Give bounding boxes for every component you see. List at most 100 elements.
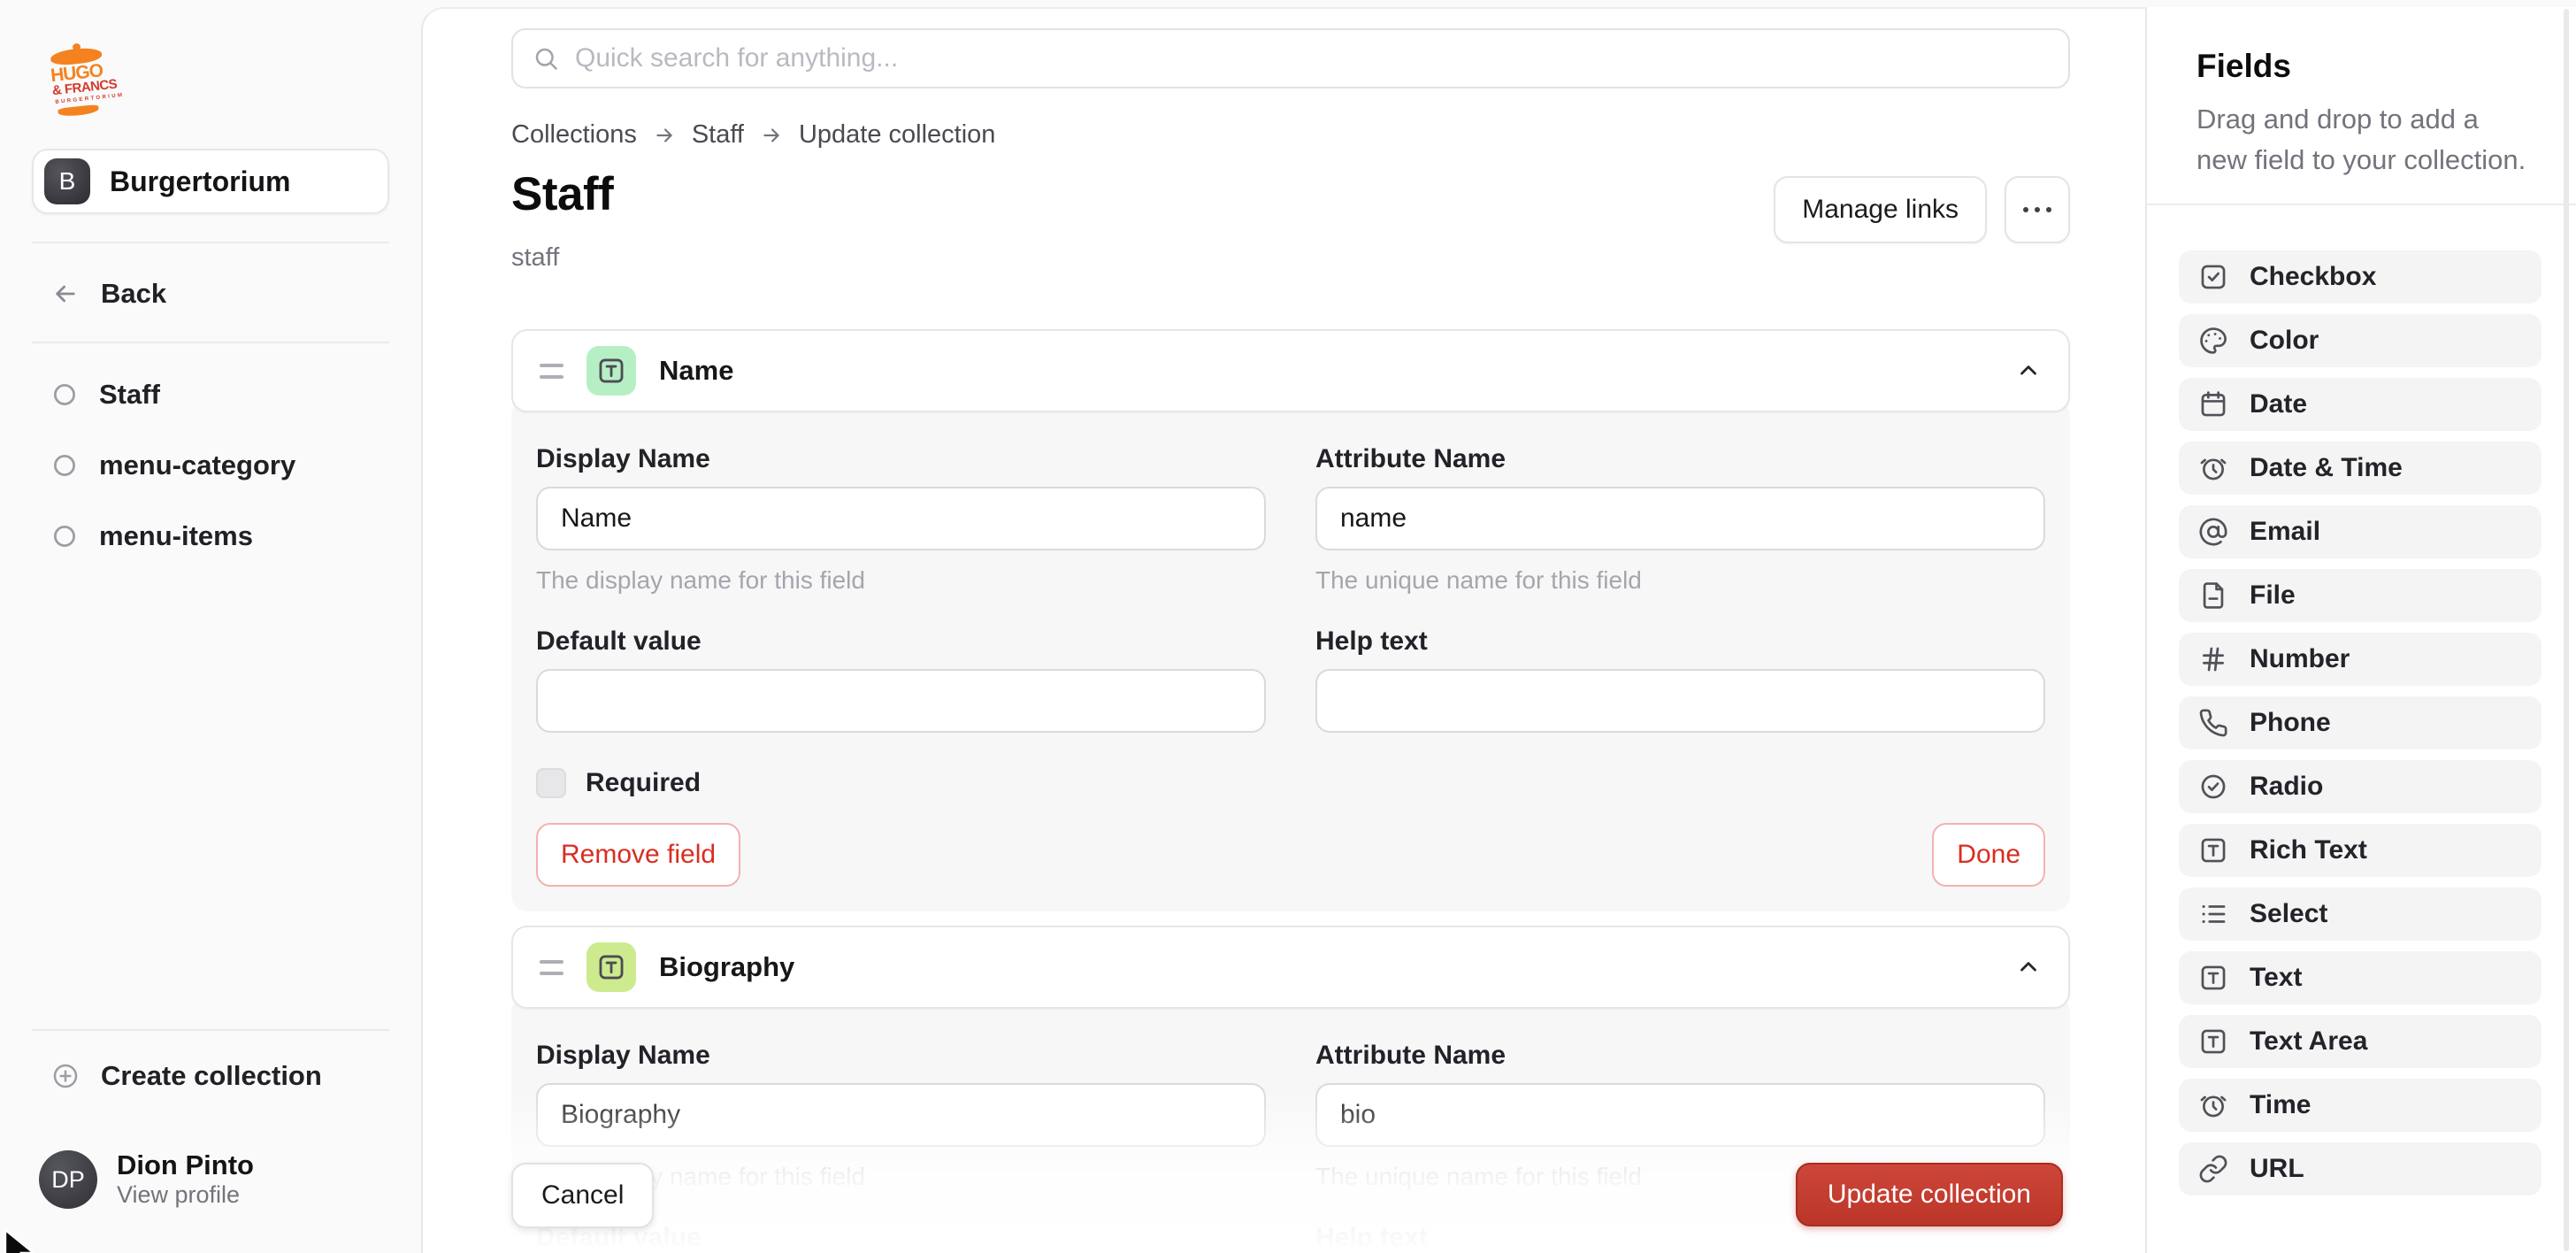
user-name: Dion Pinto xyxy=(117,1150,254,1180)
main-content: Collections Staff Update collection Staf… xyxy=(511,7,2070,1253)
field-type-color[interactable]: Color xyxy=(2179,314,2542,367)
default-value-input[interactable] xyxy=(536,669,1266,733)
field-section-title: Biography xyxy=(659,951,794,983)
field-type-file[interactable]: File xyxy=(2179,569,2542,622)
default-value-label: Default value xyxy=(536,626,1266,657)
phone-icon xyxy=(2198,708,2228,738)
page-subtitle: staff xyxy=(511,243,613,273)
cancel-button[interactable]: Cancel xyxy=(511,1163,654,1228)
breadcrumb-collections[interactable]: Collections xyxy=(511,120,637,150)
sidebar-divider xyxy=(32,1029,389,1031)
field-type-rich-text[interactable]: Rich Text xyxy=(2179,824,2542,877)
field-type-select[interactable]: Select xyxy=(2179,888,2542,941)
display-name-label: Display Name xyxy=(536,1041,1266,1071)
create-collection-button[interactable]: Create collection xyxy=(32,1047,389,1105)
workspace-name: Burgertorium xyxy=(110,165,290,198)
breadcrumb-staff[interactable]: Staff xyxy=(692,120,744,150)
circle-check-icon xyxy=(2198,772,2228,802)
drag-handle-icon[interactable] xyxy=(540,960,564,975)
sidebar-item-label: Staff xyxy=(99,379,160,411)
app-window: HUGO & FRANCS BURGERTORIUM B Burgertoriu… xyxy=(0,0,2576,1253)
fields-panel-title: Fields xyxy=(2196,48,2576,85)
field-type-url[interactable]: URL xyxy=(2179,1142,2542,1195)
page-title: Staff xyxy=(511,169,613,220)
file-icon xyxy=(2198,580,2228,611)
attribute-name-label: Attribute Name xyxy=(1315,444,2045,474)
field-type-email[interactable]: Email xyxy=(2179,505,2542,558)
sidebar-divider xyxy=(32,342,389,343)
fields-panel-description: Drag and drop to add a new field to your… xyxy=(2196,99,2526,181)
display-name-help: The display name for this field xyxy=(536,566,1266,595)
back-label: Back xyxy=(101,278,166,310)
help-text-label: Help text xyxy=(1315,626,2045,657)
required-checkbox[interactable] xyxy=(536,768,566,798)
field-type-text[interactable]: Text xyxy=(2179,951,2542,1004)
display-name-input[interactable] xyxy=(536,487,1266,550)
field-type-number[interactable]: Number xyxy=(2179,633,2542,686)
search-input[interactable] xyxy=(573,42,2049,74)
field-section-name: Name Display Name The display name for t… xyxy=(511,329,2070,911)
sidebar-item-label: menu-items xyxy=(99,520,253,552)
brand-logo: HUGO & FRANCS BURGERTORIUM xyxy=(48,41,160,118)
field-type-date-time[interactable]: Date & Time xyxy=(2179,442,2542,495)
chevron-up-icon[interactable] xyxy=(2015,954,2042,980)
search-icon xyxy=(533,45,559,72)
checkbox-icon xyxy=(2198,262,2228,292)
sidebar-item-menu-category[interactable]: menu-category xyxy=(32,436,389,495)
plus-circle-icon xyxy=(51,1062,80,1090)
field-type-radio[interactable]: Radio xyxy=(2179,760,2542,813)
text-field-type-icon xyxy=(586,346,636,396)
sidebar-item-label: menu-category xyxy=(99,450,295,481)
breadcrumb-update-collection: Update collection xyxy=(799,120,995,150)
sidebar-divider xyxy=(32,242,389,243)
workspace-avatar: B xyxy=(44,158,90,204)
at-sign-icon xyxy=(2198,517,2228,547)
mouse-cursor-icon xyxy=(0,1228,42,1253)
workspace-switcher[interactable]: B Burgertorium xyxy=(32,149,389,214)
hash-icon xyxy=(2198,644,2228,674)
field-type-list: Checkbox Color Date Date & Time xyxy=(2179,250,2542,1195)
field-type-time[interactable]: Time xyxy=(2179,1079,2542,1132)
field-section-body: Display Name The display name for this f… xyxy=(511,400,2070,911)
text-area-field-type-icon xyxy=(586,942,636,992)
drag-handle-icon[interactable] xyxy=(540,364,564,379)
chevron-up-icon[interactable] xyxy=(2015,357,2042,384)
manage-links-button[interactable]: Manage links xyxy=(1774,176,1987,243)
done-button[interactable]: Done xyxy=(1932,823,2045,887)
sidebar-item-staff[interactable]: Staff xyxy=(32,365,389,424)
sidebar-item-menu-items[interactable]: menu-items xyxy=(32,507,389,565)
quick-search-bar[interactable] xyxy=(511,28,2070,88)
view-profile-link[interactable]: View profile xyxy=(117,1180,254,1209)
fields-panel-divider xyxy=(2147,204,2576,205)
fields-panel: Fields Drag and drop to add a new field … xyxy=(2145,7,2576,1253)
help-text-input[interactable] xyxy=(1315,669,2045,733)
field-type-date[interactable]: Date xyxy=(2179,378,2542,431)
field-type-checkbox[interactable]: Checkbox xyxy=(2179,250,2542,304)
field-type-phone[interactable]: Phone xyxy=(2179,696,2542,749)
ellipsis-icon xyxy=(2023,207,2028,212)
arrow-right-icon xyxy=(760,124,783,147)
update-collection-button[interactable]: Update collection xyxy=(1796,1163,2063,1226)
field-type-text-area[interactable]: Text Area xyxy=(2179,1015,2542,1068)
field-section-header[interactable]: Biography xyxy=(511,926,2070,1009)
more-options-button[interactable] xyxy=(2005,176,2070,243)
required-label: Required xyxy=(586,768,701,798)
scrollbar[interactable] xyxy=(2564,9,2569,1251)
create-collection-label: Create collection xyxy=(101,1060,322,1092)
user-profile[interactable]: DP Dion Pinto View profile xyxy=(39,1150,254,1209)
breadcrumb: Collections Staff Update collection xyxy=(511,120,2070,150)
circle-icon xyxy=(51,452,78,479)
attribute-name-help: The unique name for this field xyxy=(1315,566,2045,595)
attribute-name-input[interactable] xyxy=(1315,487,2045,550)
circle-icon xyxy=(51,381,78,408)
field-section-header[interactable]: Name xyxy=(511,329,2070,412)
link-icon xyxy=(2198,1154,2228,1184)
alarm-clock-icon xyxy=(2198,453,2228,483)
remove-field-button[interactable]: Remove field xyxy=(536,823,740,887)
page-header: Staff staff Manage links xyxy=(511,169,2070,273)
back-button[interactable]: Back xyxy=(32,265,389,323)
left-sidebar: HUGO & FRANCS BURGERTORIUM B Burgertoriu… xyxy=(0,0,421,1253)
alarm-clock-icon xyxy=(2198,1090,2228,1120)
logo-bun-bottom-icon xyxy=(58,104,99,118)
list-icon xyxy=(2198,899,2228,929)
